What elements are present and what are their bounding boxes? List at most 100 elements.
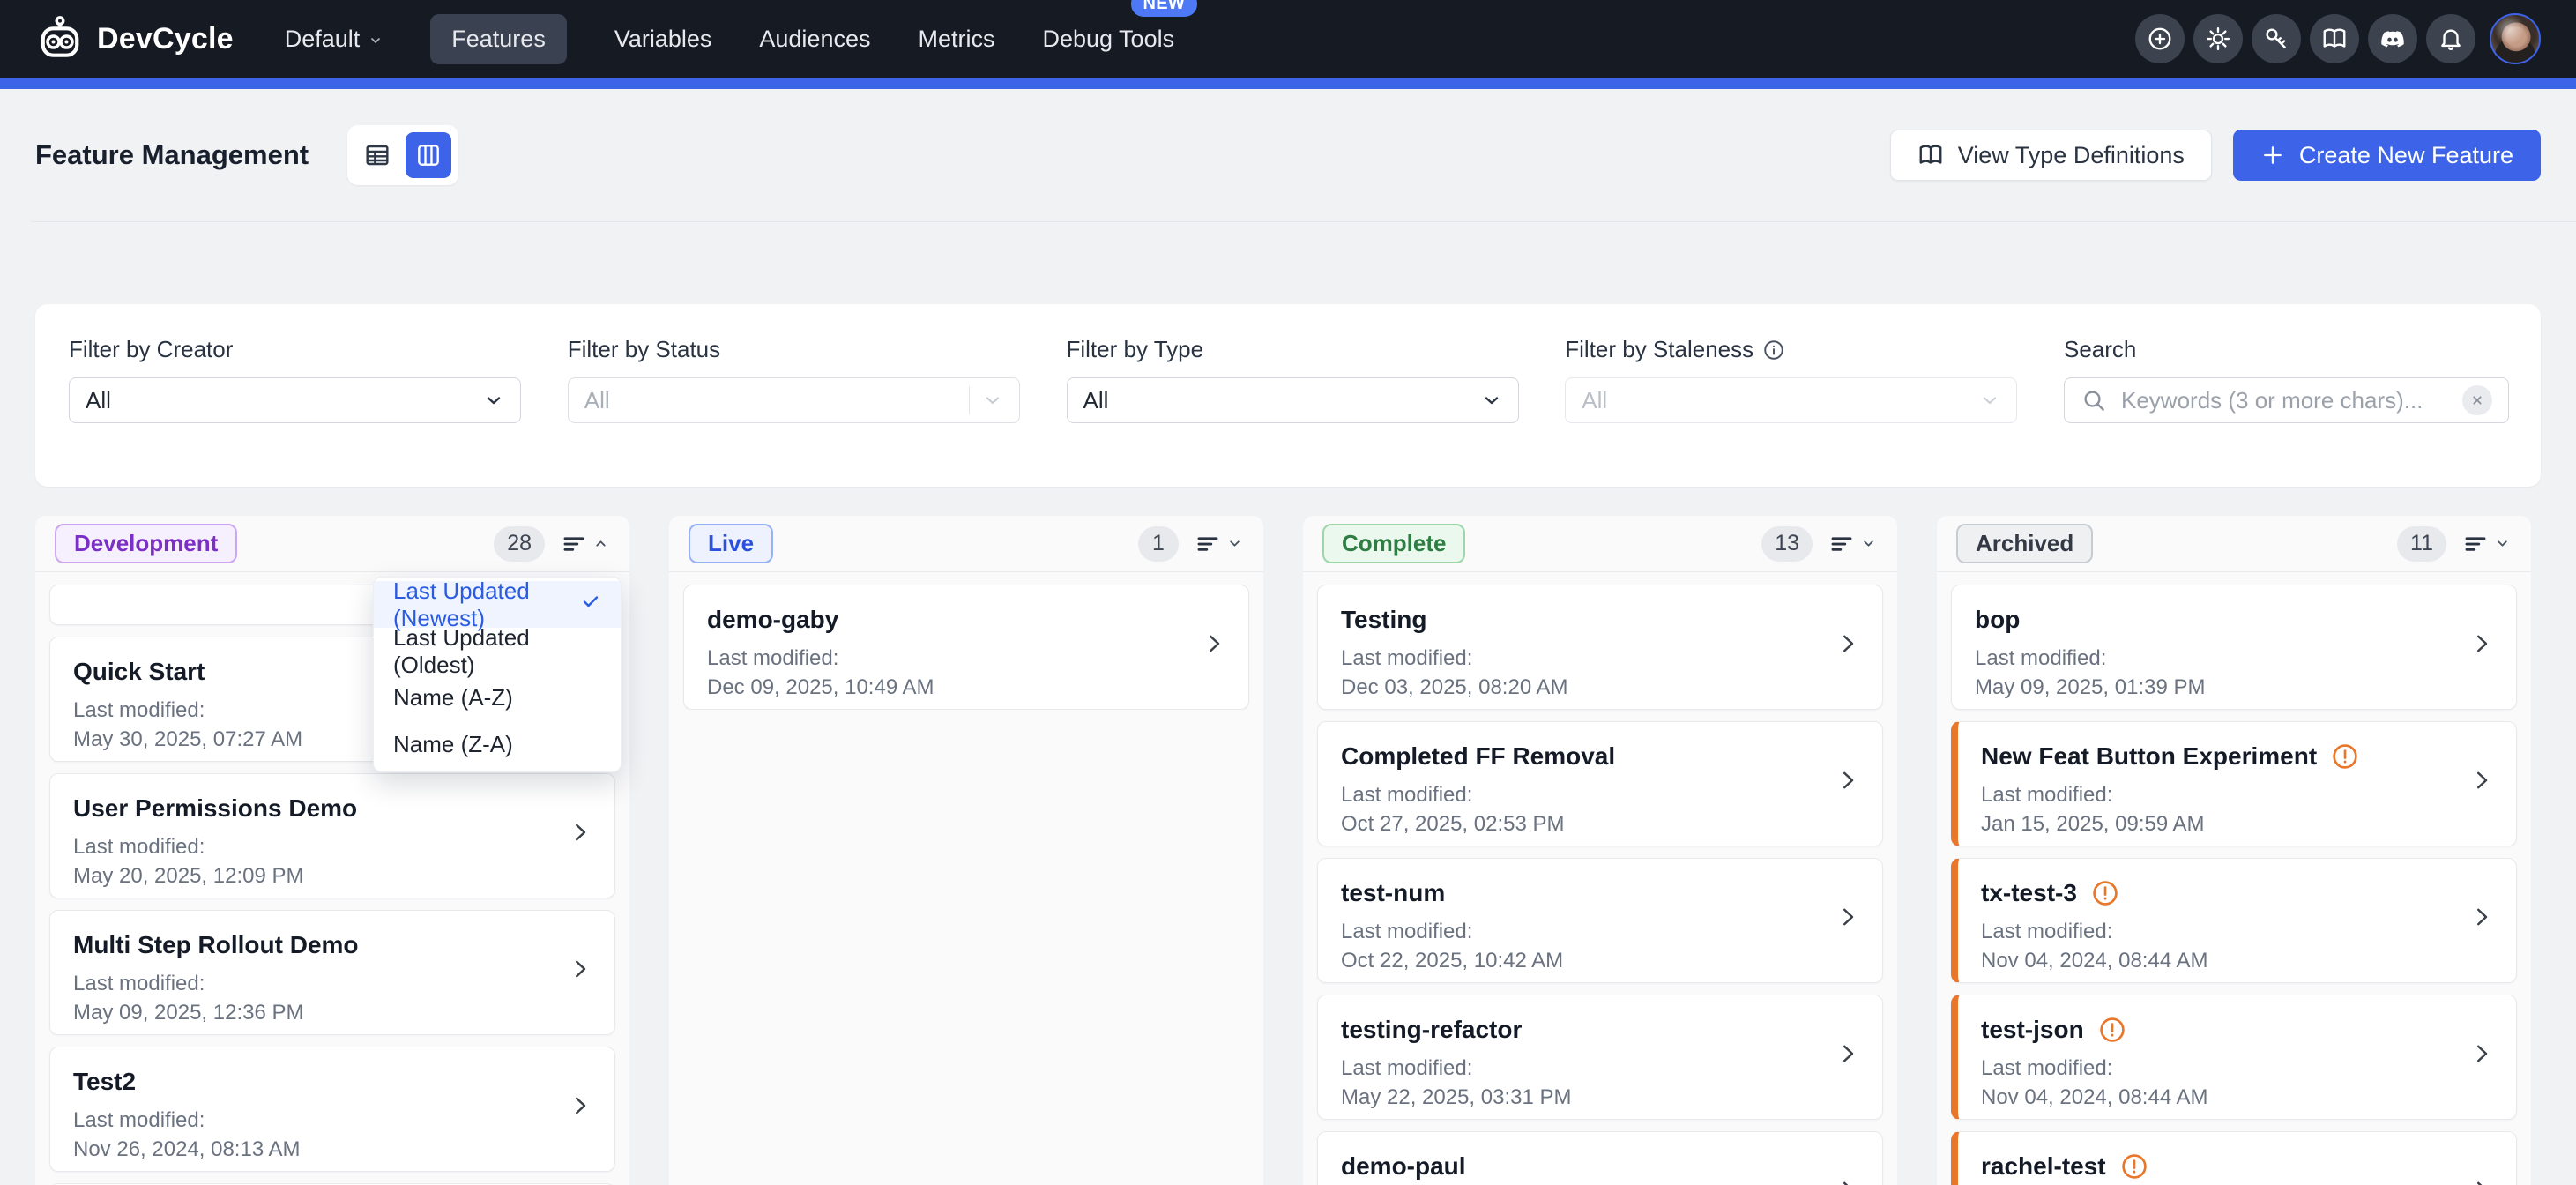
list-view-button[interactable] [354,132,400,178]
column-count-badge: 28 [494,526,545,562]
sort-lines-icon [1195,531,1221,557]
kanban-view-icon [414,141,443,169]
feature-created-by: Created: Kaushal Kapasi [1981,844,2463,846]
feature-card-demo-paul[interactable]: demo-paul [1317,1131,1883,1185]
feature-last-modified: Last modified:Nov 26, 2024, 08:13 AM [73,1106,562,1164]
nav-item-features[interactable]: Features [430,14,567,64]
page-title: Feature Management [35,139,309,171]
nav-actions [2135,13,2541,64]
chevron-right-icon [1835,904,1861,937]
search-input[interactable] [2119,386,2450,415]
feature-last-modified: Last modified:Dec 09, 2025, 10:49 AM [707,644,1195,702]
filter-status-select[interactable]: All [568,377,1020,423]
column-status-pill: Complete [1322,524,1465,563]
nav-item-label: Audiences [759,26,870,53]
view-type-definitions-button[interactable]: View Type Definitions [1890,130,2212,181]
create-new-feature-button[interactable]: Create New Feature [2233,130,2541,181]
sort-caret-icon [1861,536,1876,551]
search-icon [2081,387,2107,414]
filter-creator-select[interactable]: All [69,377,521,423]
nav-item-variables[interactable]: Variables [614,14,712,64]
column-body: demo-gaby Last modified:Dec 09, 2025, 10… [669,572,1263,710]
discord-button[interactable] [2368,14,2417,63]
settings-button[interactable] [2193,14,2243,63]
sort-lines-icon [2462,531,2489,557]
sort-caret-icon [2495,536,2510,551]
filter-status-value: All [584,387,610,414]
sort-option-last-updated-newest[interactable]: Last Updated (Newest) [374,581,621,628]
sort-option-label: Last Updated (Oldest) [393,624,601,679]
feature-card-test-num[interactable]: test-num Last modified:Oct 22, 2025, 10:… [1317,858,1883,983]
nav-item-audiences[interactable]: Audiences [759,14,870,64]
feature-created-by: Created: Parth Suthar [1341,1117,1829,1120]
sort-option-last-updated-oldest[interactable]: Last Updated (Oldest) [374,628,621,674]
user-avatar[interactable] [2490,13,2541,64]
feature-card-multi-step-rollout-demo[interactable]: Multi Step Rollout Demo Last modified:Ma… [49,910,615,1035]
column-sort-button[interactable] [1193,527,1244,561]
stale-warning-icon [2120,1152,2148,1181]
column-sort-button[interactable] [559,527,610,561]
chevron-right-icon [1835,630,1861,664]
sort-option-name-z-a[interactable]: Name (Z-A) [374,721,621,768]
column-sort-button[interactable] [1827,527,1878,561]
stale-warning-icon [2091,879,2119,907]
feature-created-by: Created: Kate MacFarlane [707,707,1195,710]
filter-group-status: Filter by Status All [568,336,1020,487]
nav-item-debug-tools[interactable]: Debug ToolsNEW [1042,14,1174,64]
add-circle-button[interactable] [2135,14,2185,63]
nav-item-label: Debug Tools [1042,26,1174,53]
feature-card-test2[interactable]: Test2 Last modified:Nov 26, 2024, 08:13 … [49,1047,615,1172]
documentation-button[interactable] [2310,14,2359,63]
filter-staleness-select[interactable]: All [1565,377,2017,423]
filter-panel: Filter by Creator All Filter by Status A… [35,304,2541,487]
column-sort-button[interactable] [2461,527,2512,561]
chevron-right-icon [1201,630,1227,664]
feature-card-test-json[interactable]: test-json Last modified:Nov 04, 2024, 08… [1951,995,2517,1120]
feature-last-modified: Last modified:Dec 03, 2025, 08:20 AM [1341,644,1829,702]
search-box [2064,377,2509,423]
nav-item-metrics[interactable]: Metrics [918,14,994,64]
brand[interactable]: DevCycle [35,14,234,63]
feature-card-bop[interactable]: bop Last modified:May 09, 2025, 01:39 PM… [1951,585,2517,710]
feature-last-modified: Last modified:Nov 04, 2024, 08:44 AM [1981,917,2463,975]
filter-type-select[interactable]: All [1067,377,1519,423]
feature-card-demo-gaby[interactable]: demo-gaby Last modified:Dec 09, 2025, 10… [683,585,1249,710]
filter-type-value: All [1083,387,1109,414]
kanban-view-button[interactable] [406,132,451,178]
feature-card-user-permissions-demo[interactable]: User Permissions Demo Last modified:May … [49,773,615,898]
feature-card-title: test-num [1341,878,1829,908]
sort-option-name-a-z[interactable]: Name (A-Z) [374,674,621,721]
column-status-pill: Live [689,524,773,563]
feature-card-tx-test-3[interactable]: tx-test-3 Last modified:Nov 04, 2024, 08… [1951,858,2517,983]
feature-card-rachel-test[interactable]: rachel-test [1951,1131,2517,1185]
book-icon [1917,142,1944,168]
column-count-badge: 11 [2397,526,2446,562]
feature-last-modified: Last modified:May 20, 2025, 12:09 PM [73,832,562,891]
api-key-button[interactable] [2252,14,2301,63]
feature-card-testing[interactable]: Testing Last modified:Dec 03, 2025, 08:2… [1317,585,1883,710]
close-icon [2470,393,2484,407]
clear-search-button[interactable] [2462,385,2492,415]
nav-item-label: Features [451,26,546,53]
nav-item-label: Default [285,26,361,53]
nav-item-default[interactable]: Default [285,14,383,64]
filter-staleness-value: All [1582,387,1607,414]
feature-last-modified: Last modified:Oct 22, 2025, 10:42 AM [1341,917,1829,975]
feature-card-title: test-json [1981,1015,2463,1045]
column-body: bop Last modified:May 09, 2025, 01:39 PM… [1937,572,2531,1185]
sort-lines-icon [1828,531,1855,557]
filter-status-label: Filter by Status [568,336,1020,363]
stale-warning-icon [2331,742,2359,771]
chevron-right-icon [1835,767,1861,801]
feature-card-title: testing-refactor [1341,1015,1829,1045]
sort-option-label: Name (A-Z) [393,684,513,712]
table-view-icon [363,141,391,169]
notifications-button[interactable] [2426,14,2475,63]
column-status-pill: Archived [1956,524,2093,563]
chevron-right-icon [2468,767,2495,801]
feature-card-completed-ff-removal[interactable]: Completed FF Removal Last modified:Oct 2… [1317,721,1883,846]
feature-card-testing-refactor[interactable]: testing-refactor Last modified:May 22, 2… [1317,995,1883,1120]
feature-card-new-feat-button-experiment[interactable]: New Feat Button Experiment Last modified… [1951,721,2517,846]
filter-creator-value: All [86,387,111,414]
feature-created-by: Created: Kaushal Kapasi [73,896,562,898]
